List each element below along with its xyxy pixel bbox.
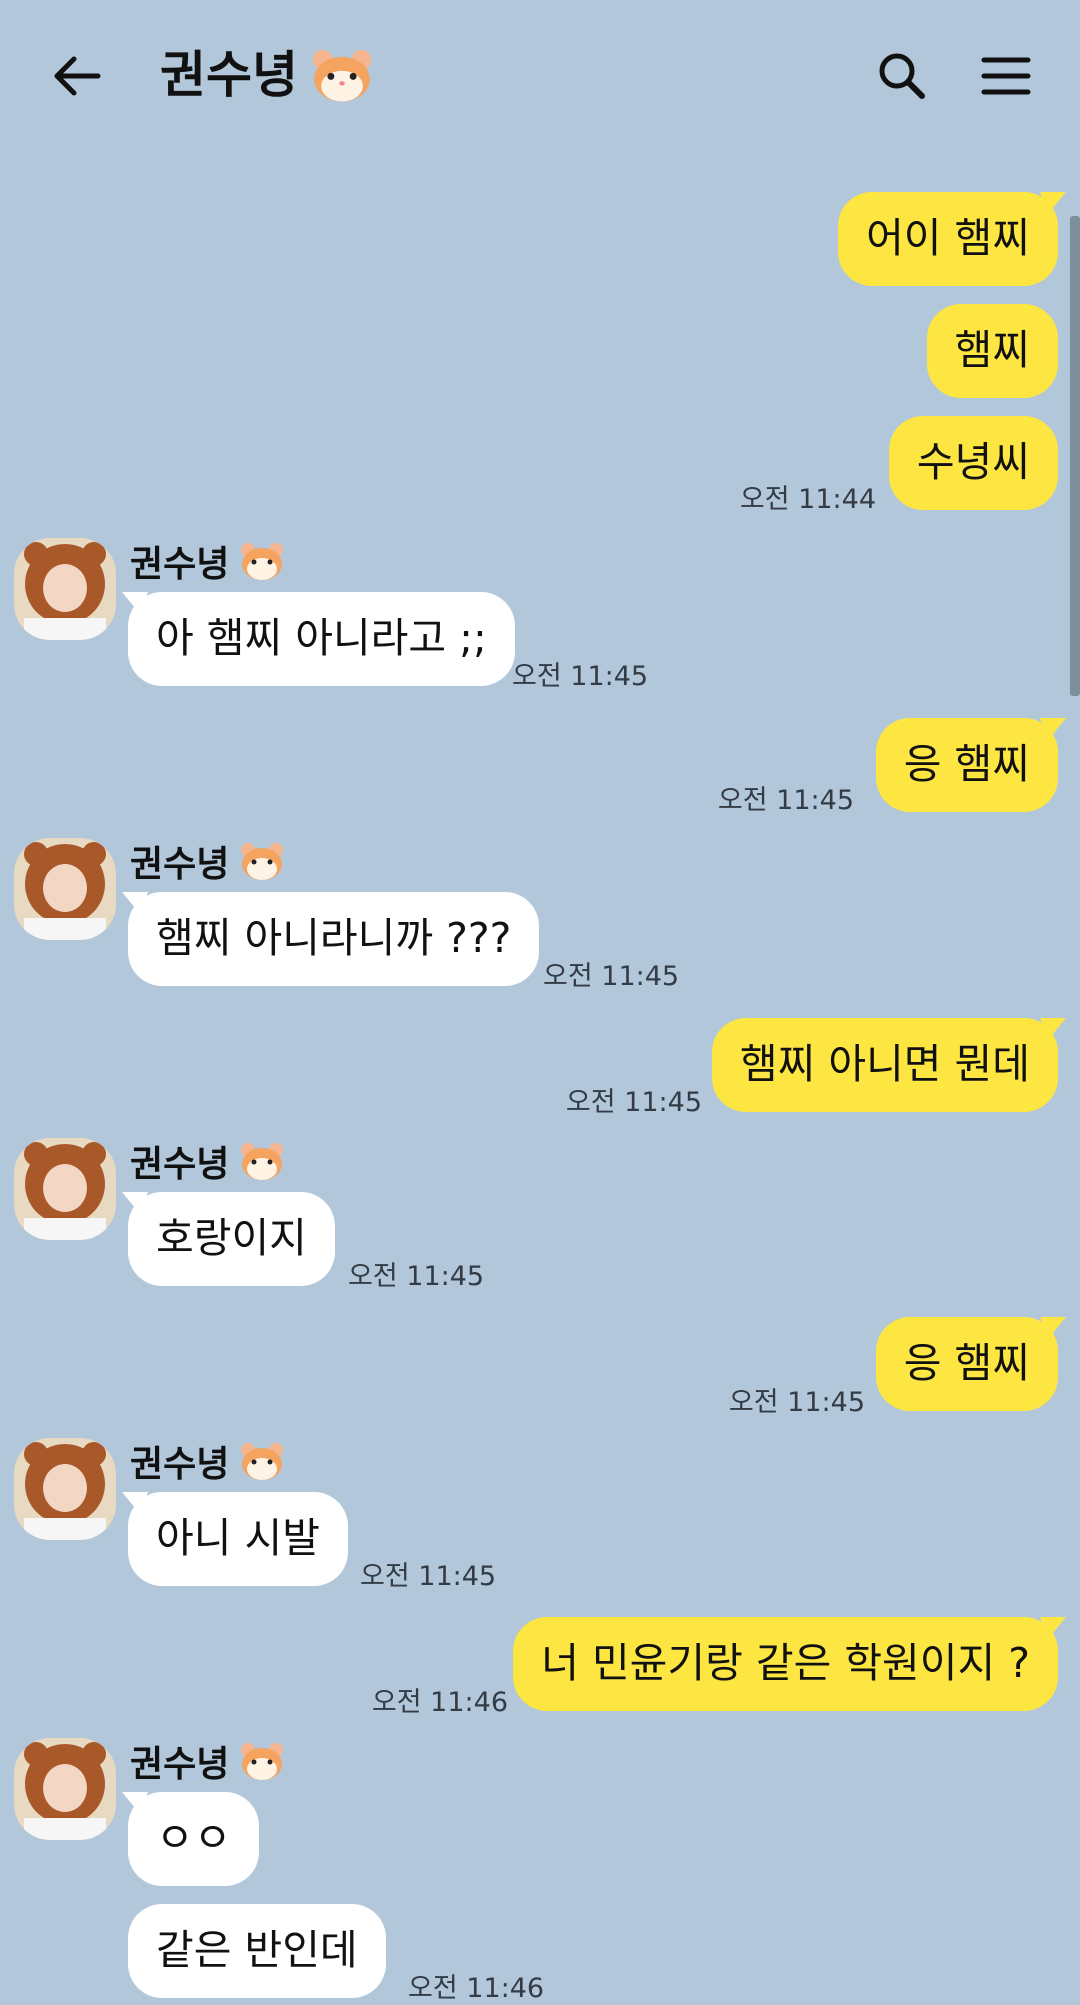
chat-title-text: 권수녕 bbox=[160, 46, 298, 104]
search-icon[interactable] bbox=[872, 46, 932, 106]
sender-name-text: 권수녕 bbox=[130, 544, 230, 585]
hamster-icon bbox=[241, 843, 284, 880]
message-text: 아 햄찌 아니라고 ;; bbox=[156, 614, 487, 662]
bubble-tail bbox=[1040, 1317, 1066, 1339]
bubble-tail bbox=[1040, 1018, 1066, 1040]
my-message-bubble[interactable]: 햄찌 아니면 뭔데 bbox=[711, 1018, 1058, 1112]
message-time: 오전 11:46 bbox=[408, 1973, 545, 2004]
bubble-tail bbox=[122, 1792, 148, 1814]
their-message-bubble[interactable]: 같은 반인데 bbox=[128, 1904, 386, 1998]
sender-name: 권수녕 bbox=[130, 535, 285, 587]
avatar[interactable] bbox=[14, 538, 116, 640]
their-message-bubble[interactable]: 호랑이지 bbox=[128, 1192, 335, 1286]
bubble-tail bbox=[1040, 718, 1066, 740]
avatar[interactable] bbox=[14, 838, 116, 940]
bubble-tail bbox=[1040, 1617, 1066, 1639]
scrollbar[interactable] bbox=[1070, 216, 1080, 696]
hamster-icon bbox=[241, 1443, 284, 1480]
message-time: 오전 11:45 bbox=[360, 1561, 497, 1592]
avatar-photo bbox=[14, 538, 116, 640]
sender-name: 권수녕 bbox=[130, 1135, 285, 1187]
menu-icon[interactable] bbox=[976, 46, 1036, 106]
message-time: 오전 11:46 bbox=[371, 1687, 508, 1718]
avatar[interactable] bbox=[14, 1438, 116, 1540]
chat-title[interactable]: 권수녕 bbox=[160, 40, 374, 110]
their-message-bubble[interactable]: 아니 시발 bbox=[128, 1492, 348, 1586]
my-message-bubble[interactable]: 응 햄찌 bbox=[875, 1317, 1058, 1411]
back-arrow-icon[interactable] bbox=[48, 48, 104, 104]
chat-header: 권수녕 bbox=[0, 0, 1080, 150]
avatar[interactable] bbox=[14, 1738, 116, 1840]
bubble-tail bbox=[122, 1192, 148, 1214]
my-message-bubble[interactable]: 수녕씨 bbox=[888, 416, 1058, 510]
bubble-tail bbox=[122, 892, 148, 914]
sender-name-text: 권수녕 bbox=[130, 1444, 230, 1485]
message-text: 햄찌 아니라니까 ??? bbox=[156, 914, 512, 962]
message-time: 오전 11:45 bbox=[728, 1387, 865, 1418]
message-text: ㅇㅇ bbox=[156, 1814, 232, 1862]
my-message-bubble[interactable]: 응 햄찌 bbox=[875, 718, 1058, 812]
sender-name: 권수녕 bbox=[130, 1435, 285, 1487]
my-message-bubble[interactable]: 너 민윤기랑 같은 학원이지 ? bbox=[513, 1617, 1058, 1711]
avatar-photo bbox=[14, 1438, 116, 1540]
message-text: 응 햄찌 bbox=[903, 1339, 1030, 1387]
bubble-tail bbox=[122, 1492, 148, 1514]
my-message-bubble[interactable]: 어이 햄찌 bbox=[838, 192, 1058, 286]
bubble-tail bbox=[1040, 192, 1066, 214]
message-text: 햄찌 bbox=[954, 326, 1030, 374]
message-text: 햄찌 아니면 뭔데 bbox=[739, 1040, 1030, 1088]
message-time: 오전 11:44 bbox=[739, 484, 876, 515]
message-text: 같은 반인데 bbox=[156, 1926, 358, 1974]
message-text: 호랑이지 bbox=[156, 1214, 307, 1262]
message-time: 오전 11:45 bbox=[565, 1087, 702, 1118]
their-message-bubble[interactable]: 햄찌 아니라니까 ??? bbox=[128, 892, 540, 986]
their-message-bubble[interactable]: 아 햄찌 아니라고 ;; bbox=[128, 592, 515, 686]
message-text: 응 햄찌 bbox=[903, 740, 1030, 788]
message-text: 아니 시발 bbox=[156, 1514, 320, 1562]
sender-name-text: 권수녕 bbox=[130, 844, 230, 885]
message-text: 어이 햄찌 bbox=[866, 214, 1030, 262]
my-message-bubble[interactable]: 햄찌 bbox=[926, 304, 1058, 398]
sender-name-text: 권수녕 bbox=[130, 1744, 230, 1785]
message-time: 오전 11:45 bbox=[512, 661, 649, 692]
hamster-icon bbox=[241, 543, 284, 580]
avatar-photo bbox=[14, 1138, 116, 1240]
avatar-photo bbox=[14, 838, 116, 940]
sender-name: 권수녕 bbox=[130, 835, 285, 887]
message-text: 수녕씨 bbox=[916, 438, 1030, 486]
hamster-icon bbox=[241, 1743, 284, 1780]
sender-name-text: 권수녕 bbox=[130, 1144, 230, 1185]
bubble-tail bbox=[122, 592, 148, 614]
message-text: 너 민윤기랑 같은 학원이지 ? bbox=[541, 1639, 1030, 1687]
message-time: 오전 11:45 bbox=[717, 785, 854, 816]
message-time: 오전 11:45 bbox=[543, 961, 680, 992]
hamster-icon bbox=[241, 1143, 284, 1180]
avatar[interactable] bbox=[14, 1138, 116, 1240]
sender-name: 권수녕 bbox=[130, 1735, 285, 1787]
message-time: 오전 11:45 bbox=[348, 1261, 485, 1292]
hamster-icon bbox=[312, 49, 372, 102]
avatar-photo bbox=[14, 1738, 116, 1840]
